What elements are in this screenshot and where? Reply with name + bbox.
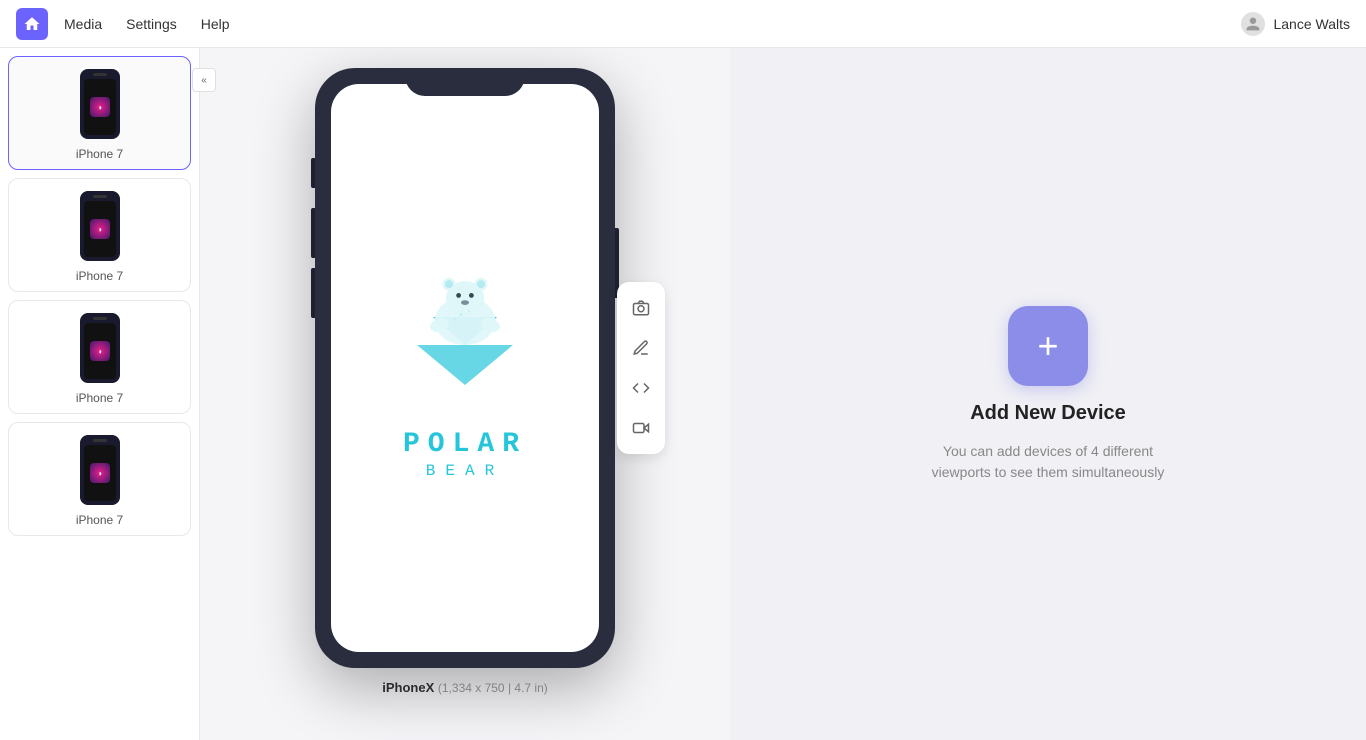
home-logo[interactable] [16,8,48,40]
device-label-3: iPhone 7 [76,391,123,405]
polar-text-line1: POLAR [403,429,527,460]
device-info: iPhoneX (1,334 x 750 | 4.7 in) [382,680,548,695]
device-label-2: iPhone 7 [76,269,123,283]
user-menu[interactable]: Lance Walts [1241,12,1350,36]
add-device-button[interactable]: + [1008,306,1088,386]
device-screen-1 [84,79,116,135]
device-screen-4 [84,445,116,501]
device-screen-3 [84,323,116,379]
phone-wrapper: POLAR BEAR [315,68,615,668]
device-specs-label: (1,334 x 750 | 4.7 in) [438,681,548,695]
center-panel: POLAR BEAR [200,48,730,740]
device-label-4: iPhone 7 [76,513,123,527]
add-device-description: You can add devices of 4 different viewp… [928,441,1168,483]
add-device-title: Add New Device [970,402,1126,425]
phone-frame: POLAR BEAR [315,68,615,668]
main-layout: iPhone 7 iPhone 7 iPhone 7 [0,48,1366,740]
sidebar-toggle[interactable]: « [192,68,216,92]
right-panel: + Add New Device You can add devices of … [730,48,1366,740]
main-nav: Media Settings Help [64,16,1241,32]
sidebar: iPhone 7 iPhone 7 iPhone 7 [0,48,200,740]
app-icon-1 [90,97,110,117]
nav-help[interactable]: Help [201,16,230,32]
annotate-button[interactable] [623,330,659,366]
app-name-text: POLAR BEAR [403,429,527,480]
user-avatar [1241,12,1265,36]
collapse-icon: « [201,75,207,86]
device-screen-2 [84,201,116,257]
video-button[interactable] [623,410,659,446]
plus-icon: + [1037,328,1058,364]
device-thumbnail-2 [80,191,120,261]
device-label-1: iPhone 7 [76,147,123,161]
device-thumbnail-1 [80,69,120,139]
phone-screen: POLAR BEAR [331,84,599,652]
app-icon-3 [90,341,110,361]
side-toolbar [617,282,665,454]
device-card-1[interactable]: iPhone 7 [8,56,191,170]
device-thumbnail-3 [80,313,120,383]
polar-text-line2: BEAR [403,462,527,480]
app-logo: POLAR BEAR [385,257,545,480]
phone-button-vol-down [311,268,315,318]
code-button[interactable] [623,370,659,406]
device-card-3[interactable]: iPhone 7 [8,300,191,414]
phone-button-vol-up [311,208,315,258]
app-icon-4 [90,463,110,483]
phone-notch [405,68,525,96]
device-card-2[interactable]: iPhone 7 [8,178,191,292]
phone-button-silent [311,158,315,188]
nav-settings[interactable]: Settings [126,16,177,32]
app-icon-2 [90,219,110,239]
add-device-section: + Add New Device You can add devices of … [928,306,1168,483]
screenshot-button[interactable] [623,290,659,326]
nav-media[interactable]: Media [64,16,102,32]
user-name: Lance Walts [1273,16,1350,32]
polar-bear-svg [385,257,545,417]
device-card-4[interactable]: iPhone 7 [8,422,191,536]
device-thumbnail-4 [80,435,120,505]
device-name-label: iPhoneX [382,680,434,695]
header: Media Settings Help Lance Walts [0,0,1366,48]
